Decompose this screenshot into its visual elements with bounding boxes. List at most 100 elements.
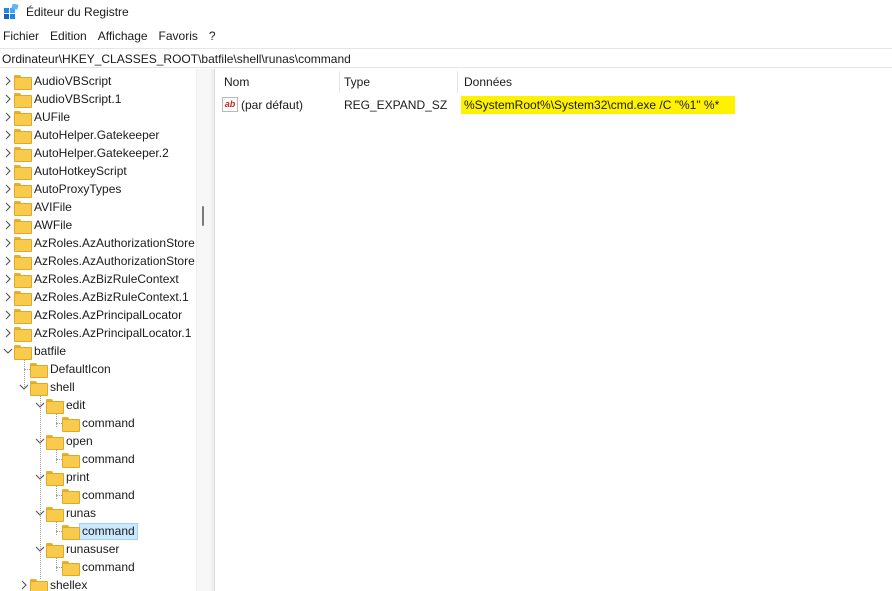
tree-item[interactable]: AzRoles.AzPrincipalLocator.1 [2, 324, 191, 342]
folder-icon [14, 254, 32, 270]
tree-item-label: AzRoles.AzPrincipalLocator.1 [34, 326, 192, 340]
tree-item[interactable]: AzRoles.AzBizRuleContext [2, 270, 179, 288]
menu-favoris[interactable]: Favoris [155, 27, 205, 47]
column-separator[interactable] [457, 71, 458, 93]
chevron-down-icon[interactable] [34, 504, 46, 522]
chevron-right-icon[interactable] [2, 90, 14, 108]
value-row[interactable]: ab (par défaut) REG_EXPAND_SZ %SystemRoo… [216, 94, 892, 116]
tree-item[interactable]: AudioVBScript [2, 72, 111, 90]
column-header-type[interactable]: Type [344, 69, 370, 94]
tree-item[interactable]: AzRoles.AzBizRuleContext.1 [2, 288, 189, 306]
tree-scrollbar[interactable] [196, 69, 211, 591]
menu-edition[interactable]: Edition [46, 27, 94, 47]
tree-item[interactable]: runas [34, 504, 96, 522]
tree-item[interactable]: command [50, 450, 135, 468]
tree-item[interactable]: command [50, 486, 135, 504]
string-value-icon: ab [222, 97, 238, 112]
tree-item[interactable]: AutoHelper.Gatekeeper [2, 126, 159, 144]
folder-icon [14, 290, 32, 306]
chevron-right-icon[interactable] [2, 324, 14, 342]
chevron-right-icon[interactable] [2, 234, 14, 252]
tree-item[interactable]: batfile [2, 342, 66, 360]
tree-item[interactable]: command [50, 414, 135, 432]
folder-icon [14, 164, 32, 180]
chevron-right-icon[interactable] [2, 198, 14, 216]
chevron-right-icon[interactable] [2, 162, 14, 180]
tree-item[interactable]: AzRoles.AzAuthorizationStore [2, 234, 195, 252]
chevron-down-icon[interactable] [34, 432, 46, 450]
pane-splitter[interactable] [211, 69, 215, 591]
folder-icon [62, 488, 80, 504]
folder-icon [14, 218, 32, 234]
folder-icon [30, 362, 48, 378]
menu-affichage[interactable]: Affichage [94, 27, 155, 47]
chevron-right-icon[interactable] [2, 126, 14, 144]
address-bar[interactable]: Ordinateur\HKEY_CLASSES_ROOT\batfile\she… [0, 48, 892, 68]
tree-item[interactable]: print [34, 468, 89, 486]
folder-icon [14, 146, 32, 162]
chevron-right-icon[interactable] [2, 270, 14, 288]
folder-icon [14, 182, 32, 198]
tree-item[interactable]: AVIFile [2, 198, 72, 216]
chevron-right-icon[interactable] [2, 306, 14, 324]
tree-item[interactable]: AutoProxyTypes [2, 180, 121, 198]
tree-item-label: AutoProxyTypes [34, 182, 122, 196]
menu-fichier[interactable]: Fichier [0, 27, 46, 47]
folder-icon [14, 272, 32, 288]
chevron-right-icon[interactable] [2, 108, 14, 126]
tree-scrollbar-thumb[interactable] [202, 206, 204, 226]
chevron-right-icon[interactable] [2, 288, 14, 306]
tree-item[interactable]: shellex [18, 576, 87, 591]
menu-help[interactable]: ? [205, 27, 223, 47]
chevron-down-icon[interactable] [34, 396, 46, 414]
registry-editor-icon [4, 4, 19, 19]
tree-item[interactable]: AUFile [2, 108, 70, 126]
tree-item[interactable]: shell [18, 378, 75, 396]
tree-item-label: AVIFile [34, 200, 72, 214]
tree-item-label: command [82, 416, 135, 430]
chevron-down-icon[interactable] [2, 342, 14, 360]
tree-item-label: command [82, 560, 135, 574]
tree-item[interactable]: AutoHelper.Gatekeeper.2 [2, 144, 169, 162]
chevron-right-icon[interactable] [2, 180, 14, 198]
column-header-donnees[interactable]: Données [464, 69, 512, 94]
chevron-right-icon[interactable] [18, 576, 30, 591]
tree-item[interactable]: runasuser [34, 540, 119, 558]
tree-item[interactable]: open [34, 432, 93, 450]
tree-item-label: edit [66, 398, 86, 412]
chevron-down-icon[interactable] [34, 468, 46, 486]
tree-item[interactable]: command [50, 522, 138, 540]
tree-item[interactable]: command [50, 558, 135, 576]
folder-icon [46, 434, 64, 450]
chevron-right-icon[interactable] [2, 252, 14, 270]
tree-item[interactable]: AzRoles.AzPrincipalLocator [2, 306, 182, 324]
chevron-right-icon[interactable] [2, 144, 14, 162]
folder-icon [14, 200, 32, 216]
tree-item[interactable]: edit [34, 396, 85, 414]
tree-item-label: print [66, 470, 90, 484]
tree-item-label: DefaultIcon [50, 362, 111, 376]
values-list[interactable]: Nom Type Données ab (par défaut) REG_EXP… [216, 69, 892, 591]
tree-item[interactable]: AWFile [2, 216, 72, 234]
folder-icon [46, 542, 64, 558]
folder-icon [46, 506, 64, 522]
chevron-down-icon[interactable] [18, 378, 30, 396]
address-path[interactable]: Ordinateur\HKEY_CLASSES_ROOT\batfile\she… [2, 52, 351, 66]
value-name[interactable]: (par défaut) [241, 98, 303, 112]
tree-item[interactable]: AzRoles.AzAuthorizationStore [2, 252, 195, 270]
chevron-down-icon[interactable] [34, 540, 46, 558]
chevron-right-icon[interactable] [2, 216, 14, 234]
registry-tree[interactable]: AudioVBScript AudioVBScript.1 AUFile AutoHe… [0, 69, 211, 591]
tree-item[interactable]: AutoHotkeyScript [2, 162, 127, 180]
column-separator[interactable] [339, 71, 340, 93]
chevron-right-icon[interactable] [2, 72, 14, 90]
tree-item[interactable]: AudioVBScript.1 [2, 90, 121, 108]
tree-item-label: shell [50, 380, 75, 394]
folder-icon [14, 128, 32, 144]
column-header-nom[interactable]: Nom [224, 69, 249, 94]
tree-item[interactable]: DefaultIcon [18, 360, 111, 378]
folder-icon [14, 92, 32, 108]
